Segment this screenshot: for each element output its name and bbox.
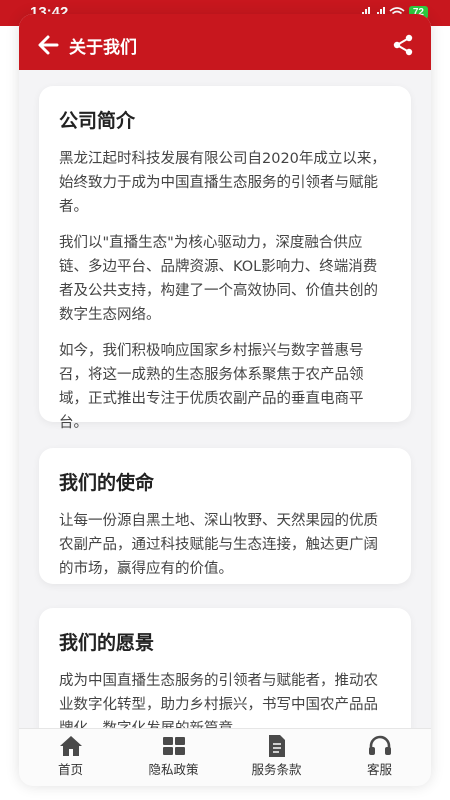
tab-privacy-policy[interactable]: 隐私政策 — [122, 729, 225, 786]
grid-icon — [162, 737, 185, 755]
section-title: 公司简介 — [59, 110, 136, 132]
tab-label: 客服 — [366, 762, 392, 777]
tab-label: 服务条款 — [251, 762, 302, 777]
section-paragraph: 如今，我们积极响应国家乡村振兴与数字普惠号召，将这一成熟的生态服务体系聚焦于农产… — [59, 343, 364, 431]
arrow-left-icon[interactable] — [37, 34, 59, 56]
content-scroll[interactable]: 公司简介 黑龙江起时科技发展有限公司自2020年成立以来，始终致力于成为中国直播… — [19, 70, 431, 728]
section-paragraph: 黑龙江起时科技发展有限公司自2020年成立以来，始终致力于成为中国直播生态服务的… — [59, 151, 386, 215]
app-frame: 关于我们 公司简介 黑龙江起时科技发展有限公司自2020年成立以来，始终致力于成… — [19, 14, 431, 786]
app-header: 关于我们 — [19, 14, 431, 70]
vision-card: 我们的愿景 成为中国直播生态服务的引领者与赋能者，推动农业数字化转型，助力乡村振… — [39, 608, 411, 728]
tab-terms-of-service[interactable]: 服务条款 — [225, 729, 328, 786]
section-title: 我们的愿景 — [59, 632, 155, 654]
tab-label: 首页 — [57, 762, 83, 777]
section-paragraph: 成为中国直播生态服务的引领者与赋能者，推动农业数字化转型，助力乡村振兴，书写中国… — [59, 673, 378, 728]
mission-card: 我们的使命 让每一份源自黑土地、深山牧野、天然果园的优质农副产品，通过科技赋能与… — [39, 448, 411, 584]
section-paragraph: 我们以"直播生态"为核心驱动力，深度融合供应链、多边平台、品牌资源、KOL影响力… — [59, 235, 378, 323]
section-paragraph: 让每一份源自黑土地、深山牧野、天然果园的优质农副产品，通过科技赋能与生态连接，触… — [59, 513, 378, 577]
tab-home[interactable]: 首页 — [19, 729, 122, 786]
share-icon[interactable] — [391, 33, 415, 57]
tab-customer-service[interactable]: 客服 — [328, 729, 431, 786]
section-title: 我们的使命 — [59, 472, 155, 494]
bottom-tab-bar: 首页 隐私政策 服务条款 客服 — [19, 728, 431, 786]
home-icon — [59, 736, 82, 756]
headset-icon — [368, 735, 391, 755]
company-intro-card: 公司简介 黑龙江起时科技发展有限公司自2020年成立以来，始终致力于成为中国直播… — [39, 86, 411, 431]
document-icon — [268, 735, 285, 757]
page-title: 关于我们 — [69, 38, 137, 57]
tab-label: 隐私政策 — [148, 762, 199, 777]
